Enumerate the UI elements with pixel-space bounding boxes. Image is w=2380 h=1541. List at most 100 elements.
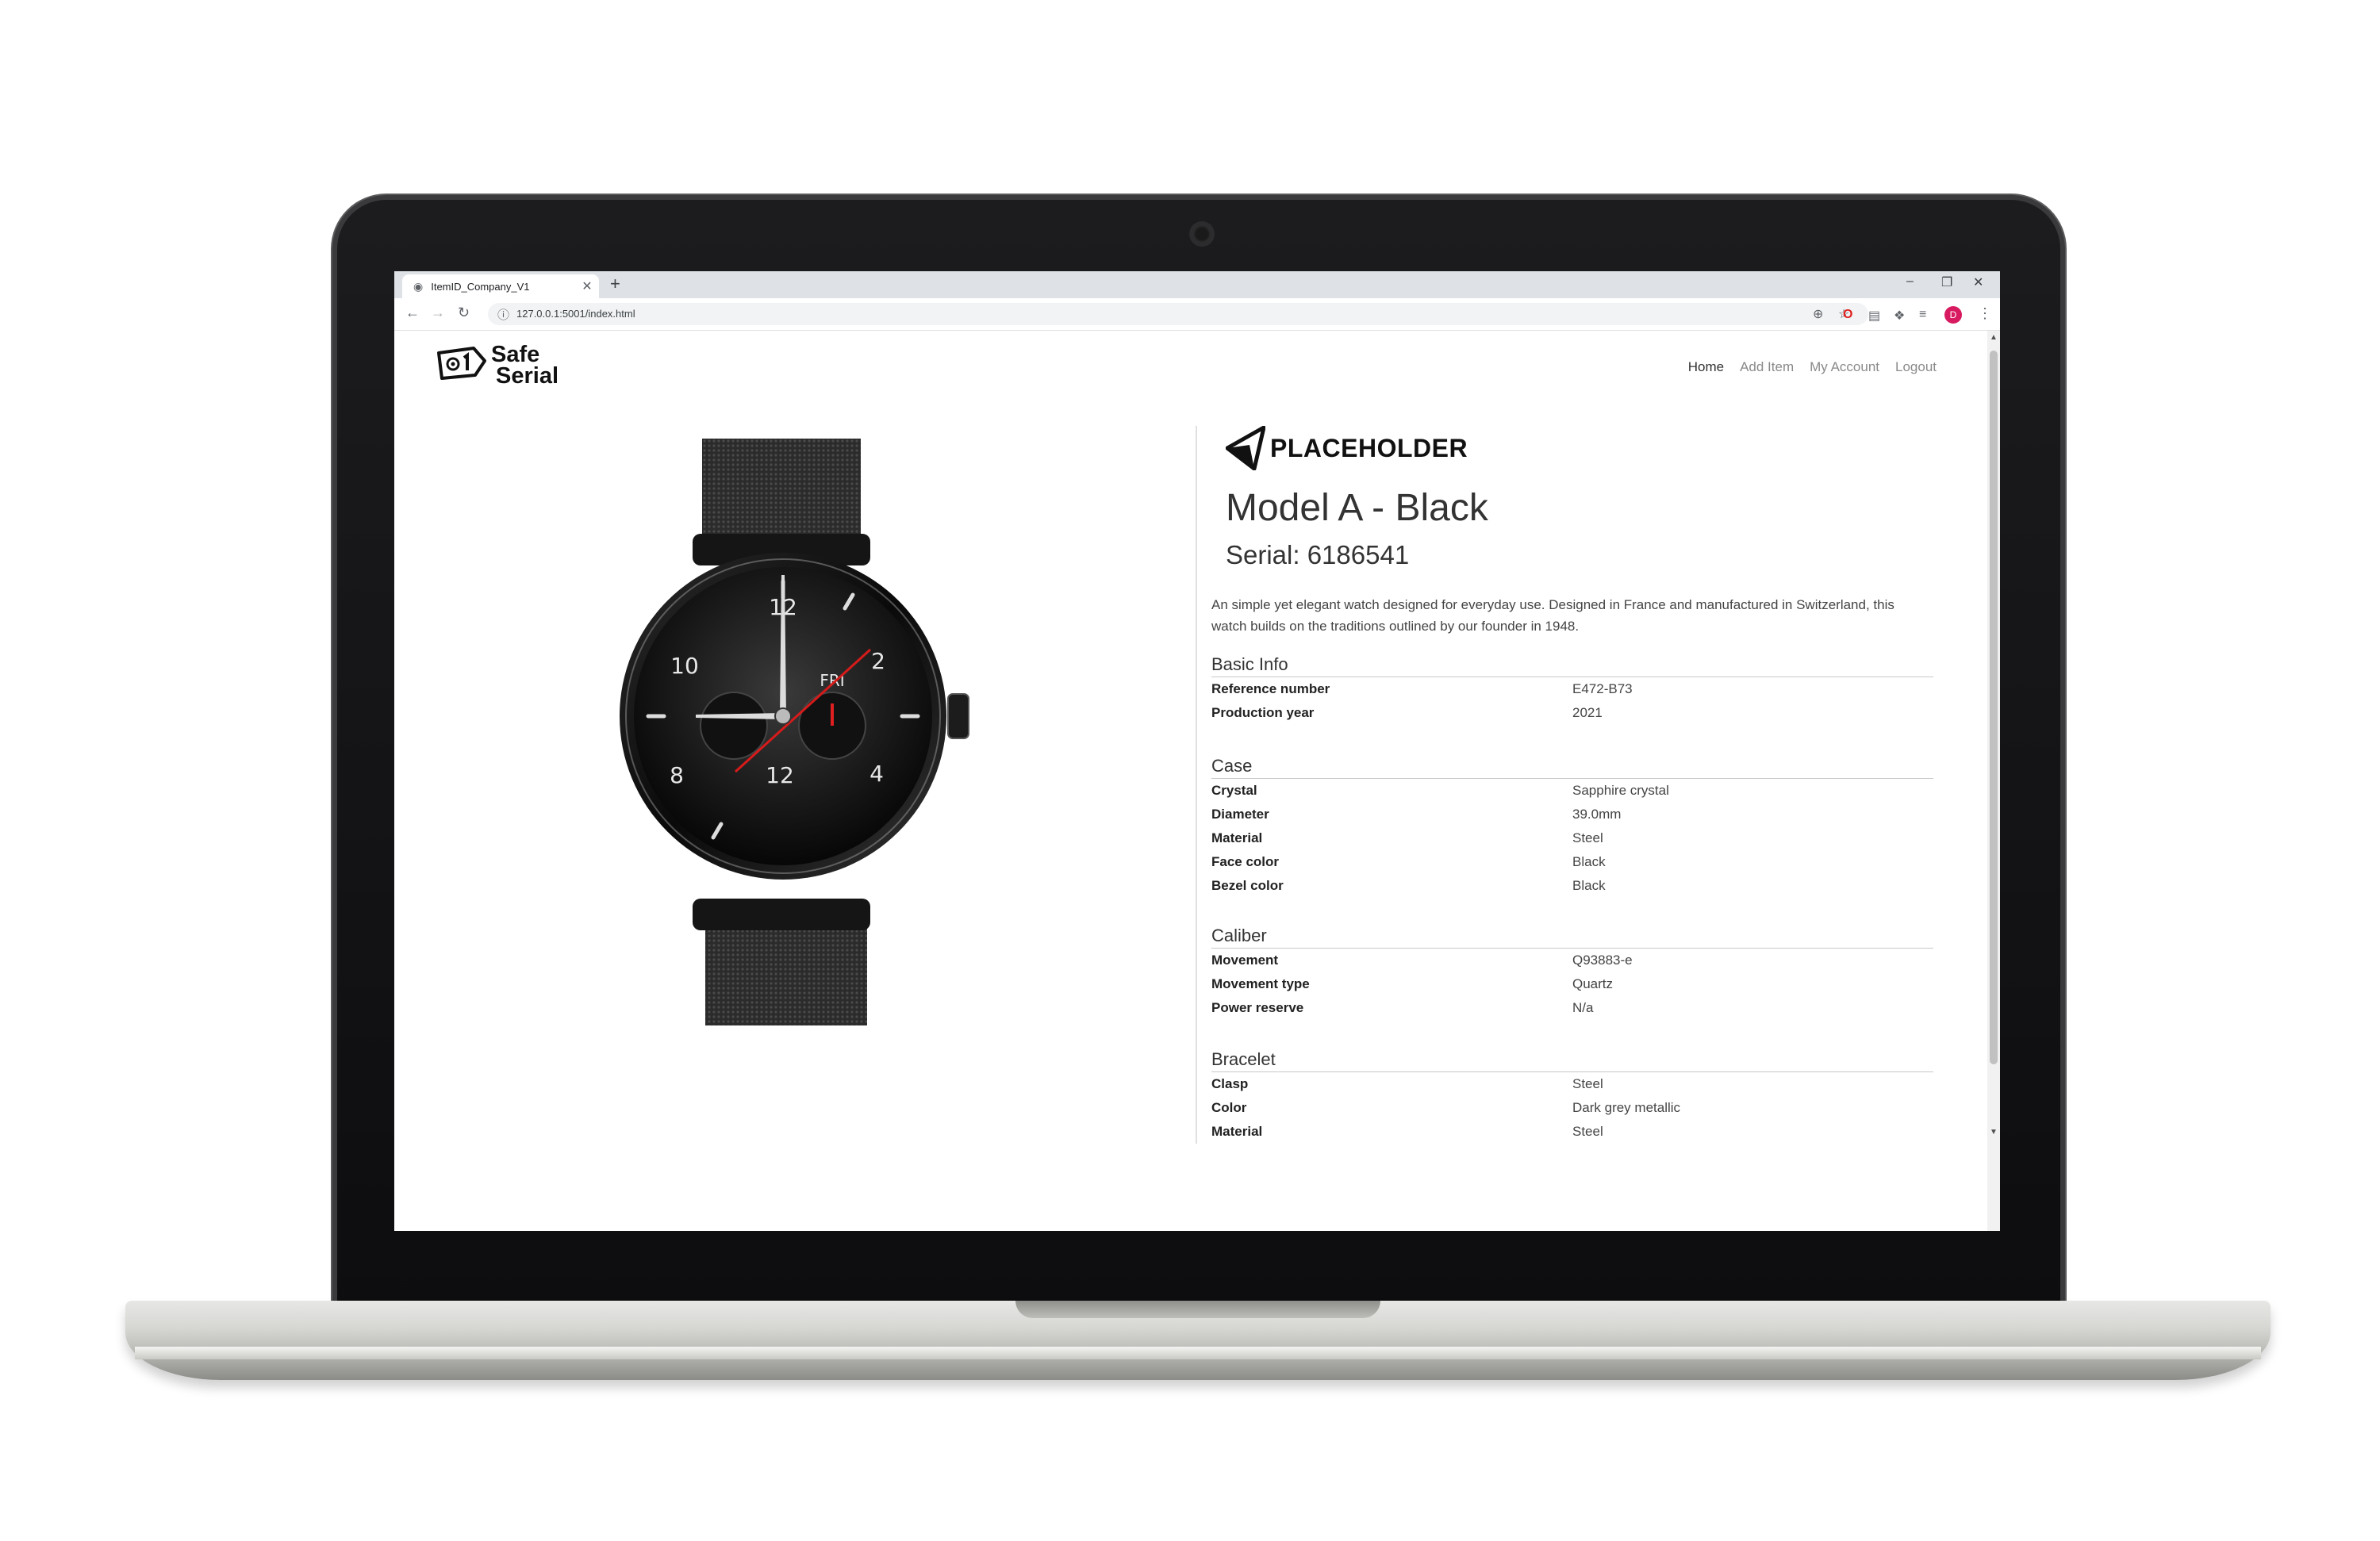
manufacturer-name: PLACEHOLDER: [1270, 433, 1468, 462]
spec-row: Power reserve N/a: [1211, 996, 1933, 1020]
spec-key: Movement: [1211, 953, 1279, 968]
scroll-down-arrow-icon[interactable]: ▼: [1990, 1128, 1998, 1137]
section-bracelet: Bracelet Clasp Steel Color Dark grey metal…: [1211, 1049, 1933, 1144]
dial-numeral: 4: [869, 761, 884, 787]
section-caliber: Caliber Movement Q93883-e Movement type Qu…: [1211, 926, 1933, 1020]
opera-extension-icon[interactable]: O: [1843, 308, 1852, 322]
spec-value: 2021: [1572, 705, 1603, 720]
spec-key: Crystal: [1211, 783, 1257, 798]
spec-value: Black: [1572, 854, 1606, 869]
spec-key: Diameter: [1211, 807, 1269, 822]
minimize-window-button[interactable]: –: [1906, 274, 1914, 289]
spec-key: Clasp: [1211, 1076, 1249, 1091]
laptop-lid-notch: [1015, 1301, 1380, 1318]
dial-numeral: 2: [871, 648, 885, 674]
spec-row: Color Dark grey metallic: [1211, 1096, 1933, 1120]
spec-value: N/a: [1572, 1000, 1594, 1015]
site-info-icon[interactable]: ⓘ: [497, 306, 509, 323]
scroll-up-arrow-icon[interactable]: ▲: [1990, 333, 1998, 342]
section-title: Basic Info: [1211, 654, 1933, 677]
spec-value: Dark grey metallic: [1572, 1100, 1681, 1115]
scrollbar-thumb[interactable]: [1990, 351, 1998, 1064]
product-description: An simple yet elegant watch designed for…: [1211, 597, 1894, 634]
model-title: Model A - Black: [1226, 487, 1488, 529]
globe-icon: ◉: [413, 279, 424, 293]
brand-name[interactable]: Safe Serial: [491, 343, 559, 389]
dial-numeral: 10: [670, 653, 699, 679]
safe-serial-tag-icon[interactable]: [436, 345, 488, 381]
section-title: Caliber: [1211, 926, 1933, 949]
spec-value: Sapphire crystal: [1572, 783, 1669, 798]
browser-tab-strip: ◉ ItemID_Company_V1 ✕ + – ❐ ✕: [394, 271, 2000, 298]
section-basic-info: Basic Info Reference number E472-B73 Prod…: [1211, 654, 1933, 725]
nav-add-item-link[interactable]: Add Item: [1740, 359, 1794, 375]
spec-value: Q93883-e: [1572, 953, 1633, 968]
spec-key: Movement type: [1211, 976, 1310, 991]
spec-key: Material: [1211, 830, 1263, 845]
browser-menu-icon[interactable]: ⋮: [1978, 305, 1992, 322]
reload-icon[interactable]: ↻: [458, 305, 470, 321]
spec-row: Clasp Steel: [1211, 1072, 1933, 1096]
spec-row: Material Steel: [1211, 826, 1933, 850]
watch-product-image: 12 2 4 12 8 10 FRI: [620, 439, 969, 1025]
restore-window-button[interactable]: ❐: [1941, 274, 1952, 290]
spec-row: Movement type Quartz: [1211, 972, 1933, 996]
main-nav: Home Add Item My Account Logout: [1688, 359, 1937, 375]
address-bar[interactable]: ⓘ 127.0.0.1:5001/index.html ⊕ ☆: [488, 303, 1868, 325]
spec-row: Face color Black: [1211, 850, 1933, 874]
spec-value: Steel: [1572, 1076, 1603, 1091]
forward-arrow-icon[interactable]: →: [431, 305, 445, 321]
spec-key: Color: [1211, 1100, 1247, 1115]
spec-value: Steel: [1572, 830, 1603, 845]
back-arrow-icon[interactable]: ←: [405, 305, 420, 321]
puzzle-extensions-icon[interactable]: ❖: [1894, 308, 1905, 324]
spec-value: 39.0mm: [1572, 807, 1622, 822]
spec-key: Reference number: [1211, 681, 1330, 696]
manufacturer-arrow-icon: [1226, 426, 1265, 470]
browser-tab[interactable]: ◉ ItemID_Company_V1 ✕: [402, 274, 599, 298]
nav-my-account-link[interactable]: My Account: [1810, 359, 1879, 375]
nav-home-link[interactable]: Home: [1688, 359, 1724, 375]
spec-row: Reference number E472-B73: [1211, 677, 1933, 701]
dial-numeral: 12: [766, 762, 794, 788]
browser-toolbar: ← → ↻ ⓘ 127.0.0.1:5001/index.html ⊕ ☆ O …: [394, 298, 2000, 331]
webcam: [1193, 225, 1211, 243]
zoom-icon[interactable]: ⊕: [1813, 306, 1823, 322]
tab-title: ItemID_Company_V1: [431, 280, 530, 293]
spec-row: Production year 2021: [1211, 701, 1933, 725]
section-title: Case: [1211, 756, 1933, 779]
reading-list-icon[interactable]: ≡: [1919, 308, 1926, 322]
serial-number: Serial: 6186541: [1226, 540, 1410, 569]
spec-key: Production year: [1211, 705, 1315, 720]
nav-logout-link[interactable]: Logout: [1895, 359, 1937, 375]
spec-value: Steel: [1572, 1124, 1603, 1139]
laptop-screen: ◉ ItemID_Company_V1 ✕ + – ❐ ✕ ← → ↻ ⓘ 12…: [394, 271, 2000, 1231]
spec-value: E472-B73: [1572, 681, 1633, 696]
close-window-button[interactable]: ✕: [1973, 274, 1983, 290]
cast-extension-icon[interactable]: ▤: [1868, 308, 1880, 324]
spec-key: Face color: [1211, 854, 1280, 869]
dial-day: FRI: [820, 671, 844, 690]
section-case: Case Crystal Sapphire crystal Diameter 39.…: [1211, 756, 1933, 898]
close-tab-icon[interactable]: ✕: [582, 278, 592, 294]
manufacturer-logo: PLACEHOLDER: [1226, 426, 1468, 470]
spec-value: Black: [1572, 878, 1606, 893]
new-tab-button[interactable]: +: [610, 274, 620, 294]
content-divider: [1196, 426, 1197, 1144]
dial-numeral: 8: [670, 762, 684, 788]
web-page: Safe Serial Home Add Item My Account Log…: [394, 331, 1987, 1231]
spec-key: Power reserve: [1211, 1000, 1304, 1015]
spec-row: Diameter 39.0mm: [1211, 803, 1933, 826]
spec-value: Quartz: [1572, 976, 1614, 991]
url-text: 127.0.0.1:5001/index.html: [516, 308, 635, 320]
spec-row: Crystal Sapphire crystal: [1211, 779, 1933, 803]
spec-row: Bezel color Black: [1211, 874, 1933, 898]
section-title: Bracelet: [1211, 1049, 1933, 1072]
spec-key: Bezel color: [1211, 878, 1284, 893]
spec-key: Material: [1211, 1124, 1263, 1139]
spec-row: Material Steel: [1211, 1120, 1933, 1144]
brand-name-line2: Serial: [496, 363, 559, 389]
laptop-base-highlight: [135, 1347, 2261, 1359]
spec-row: Movement Q93883-e: [1211, 949, 1933, 972]
profile-avatar[interactable]: D: [1944, 306, 1962, 324]
